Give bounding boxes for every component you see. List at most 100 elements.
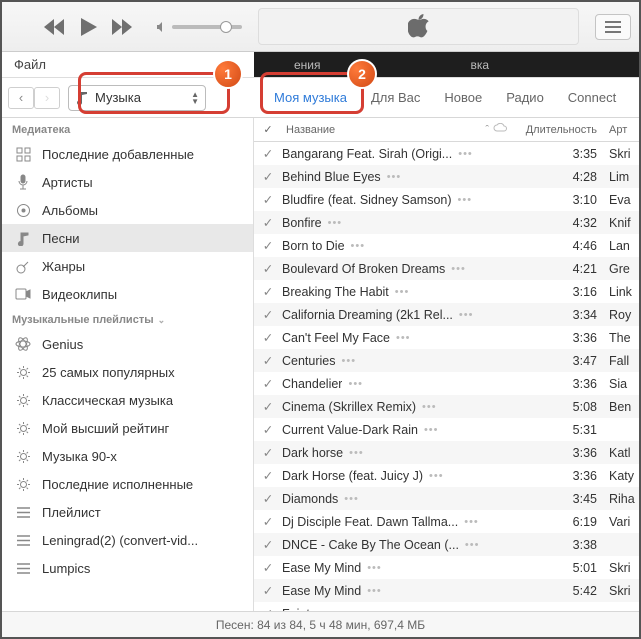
track-duration: 3:38 bbox=[515, 538, 605, 552]
track-artist: Lim bbox=[605, 170, 639, 184]
track-row[interactable]: ✓Can't Feel My Face•••3:36The bbox=[254, 326, 639, 349]
sidebar-item[interactable]: Артисты bbox=[2, 168, 253, 196]
more-icon[interactable]: ••• bbox=[459, 309, 474, 321]
more-icon[interactable]: ••• bbox=[367, 585, 382, 597]
track-row[interactable]: ✓Bangarang Feat. Sirah (Origi...•••3:35S… bbox=[254, 142, 639, 165]
track-row[interactable]: ✓Centuries•••3:47Fall bbox=[254, 349, 639, 372]
sidebar-item[interactable]: Музыка 90-х bbox=[2, 442, 253, 470]
more-icon[interactable]: ••• bbox=[458, 148, 473, 160]
list-icon bbox=[14, 534, 32, 547]
track-name: Boulevard Of Broken Dreams••• bbox=[282, 262, 515, 276]
track-row[interactable]: ✓Boulevard Of Broken Dreams•••4:21Gre bbox=[254, 257, 639, 280]
sidebar-item[interactable]: Жанры bbox=[2, 252, 253, 280]
volume-slider[interactable] bbox=[172, 25, 242, 29]
more-icon[interactable]: ••• bbox=[349, 447, 364, 459]
more-icon[interactable]: ••• bbox=[424, 424, 439, 436]
main-content: Медиатека Последние добавленныеАртистыАл… bbox=[2, 118, 639, 611]
more-icon[interactable]: ••• bbox=[451, 263, 466, 275]
sidebar-library-header: Медиатека bbox=[2, 118, 253, 140]
track-row[interactable]: ✓Ease My Mind•••5:42Skri bbox=[254, 579, 639, 602]
sidebar-item-label: Музыка 90-х bbox=[42, 449, 117, 464]
volume-control[interactable] bbox=[156, 21, 242, 33]
more-icon[interactable]: ••• bbox=[367, 562, 382, 574]
track-check-icon: ✓ bbox=[254, 353, 282, 368]
sidebar-item[interactable]: Плейлист bbox=[2, 498, 253, 526]
sidebar-item-label: Жанры bbox=[42, 259, 85, 274]
more-icon[interactable]: ••• bbox=[396, 332, 411, 344]
tab-1[interactable]: Для Вас bbox=[359, 78, 432, 117]
list-view-button[interactable] bbox=[595, 14, 631, 40]
track-row[interactable]: ✓Current Value-Dark Rain•••5:31 bbox=[254, 418, 639, 441]
more-icon[interactable]: ••• bbox=[422, 401, 437, 413]
track-row[interactable]: ✓Dj Disciple Feat. Dawn Tallma...•••6:19… bbox=[254, 510, 639, 533]
column-name[interactable]: Название ˆ bbox=[282, 124, 493, 136]
speaker-icon bbox=[156, 21, 168, 33]
track-check-icon: ✓ bbox=[254, 468, 282, 483]
track-row[interactable]: ✓Breaking The Habit•••3:16Link bbox=[254, 280, 639, 303]
sidebar-item[interactable]: Песни bbox=[2, 224, 253, 252]
more-icon[interactable]: ••• bbox=[429, 470, 444, 482]
sidebar-playlists-header[interactable]: Музыкальные плейлисты⌄ bbox=[2, 308, 253, 330]
track-row[interactable]: ✓DNCE - Cake By The Ocean (...•••3:38 bbox=[254, 533, 639, 556]
more-icon[interactable]: ••• bbox=[387, 171, 402, 183]
track-check-icon: ✓ bbox=[254, 284, 282, 299]
track-row[interactable]: ✓Chandelier•••3:36Sia bbox=[254, 372, 639, 395]
more-icon[interactable]: ••• bbox=[351, 240, 366, 252]
track-duration: 4:32 bbox=[515, 216, 605, 230]
track-row[interactable]: ✓California Dreaming (2k1 Rel...•••3:34R… bbox=[254, 303, 639, 326]
track-row[interactable]: ✓Ease My Mind•••5:01Skri bbox=[254, 556, 639, 579]
more-icon[interactable]: ••• bbox=[328, 217, 343, 229]
media-type-selector[interactable]: Музыка ▲▼ bbox=[68, 85, 206, 111]
more-icon[interactable]: ••• bbox=[348, 378, 363, 390]
track-row[interactable]: ✓Cinema (Skrillex Remix)•••5:08Ben bbox=[254, 395, 639, 418]
track-duration: 3:36 bbox=[515, 331, 605, 345]
track-artist: Skri bbox=[605, 584, 639, 598]
music-note-icon bbox=[75, 91, 89, 105]
sidebar-item[interactable]: Leningrad(2) (convert-vid... bbox=[2, 526, 253, 554]
track-row[interactable]: ✓Behind Blue Eyes•••4:28Lim bbox=[254, 165, 639, 188]
sidebar-item[interactable]: Видеоклипы bbox=[2, 280, 253, 308]
play-button[interactable] bbox=[74, 13, 102, 41]
track-row[interactable]: ✓Faint••• bbox=[254, 602, 639, 611]
sidebar-item[interactable]: 25 самых популярных bbox=[2, 358, 253, 386]
sidebar-item[interactable]: Мой высший рейтинг bbox=[2, 414, 253, 442]
menu-file[interactable]: Файл bbox=[2, 57, 58, 72]
next-track-button[interactable] bbox=[108, 13, 136, 41]
status-bar: Песен: 84 из 84, 5 ч 48 мин, 697,4 МБ bbox=[2, 611, 639, 637]
nav-forward-button[interactable]: › bbox=[34, 87, 60, 109]
sidebar-item[interactable]: Последние добавленные bbox=[2, 140, 253, 168]
track-row[interactable]: ✓Dark Horse (feat. Juicy J)•••3:36Katy bbox=[254, 464, 639, 487]
tab-3[interactable]: Радио bbox=[494, 78, 556, 117]
nav-back-button[interactable]: ‹ bbox=[8, 87, 34, 109]
column-checkmark[interactable]: ✓ bbox=[254, 123, 282, 136]
column-duration[interactable]: Длительность bbox=[515, 124, 605, 136]
track-row[interactable]: ✓Bludfire (feat. Sidney Samson)•••3:10Ev… bbox=[254, 188, 639, 211]
sidebar-item[interactable]: Genius bbox=[2, 330, 253, 358]
more-icon[interactable]: ••• bbox=[344, 493, 359, 505]
column-artist[interactable]: Арт bbox=[605, 124, 639, 136]
more-icon[interactable]: ••• bbox=[465, 539, 480, 551]
sidebar-item[interactable]: Альбомы bbox=[2, 196, 253, 224]
track-name: Chandelier••• bbox=[282, 377, 515, 391]
tracks-header[interactable]: ✓ Название ˆ Длительность Арт bbox=[254, 118, 639, 142]
sidebar-item[interactable]: Lumpics bbox=[2, 554, 253, 582]
tab-2[interactable]: Новое bbox=[432, 78, 494, 117]
track-row[interactable]: ✓Bonfire•••4:32Knif bbox=[254, 211, 639, 234]
column-cloud-icon[interactable] bbox=[493, 123, 515, 136]
track-name: Bonfire••• bbox=[282, 216, 515, 230]
sidebar-item[interactable]: Последние исполненные bbox=[2, 470, 253, 498]
more-icon[interactable]: ••• bbox=[342, 355, 357, 367]
track-row[interactable]: ✓Born to Die•••4:46Lan bbox=[254, 234, 639, 257]
track-row[interactable]: ✓Diamonds•••3:45Riha bbox=[254, 487, 639, 510]
more-icon[interactable]: ••• bbox=[464, 516, 479, 528]
prev-track-button[interactable] bbox=[40, 13, 68, 41]
more-icon[interactable]: ••• bbox=[458, 194, 473, 206]
tab-0[interactable]: Моя музыка bbox=[262, 78, 359, 117]
tab-4[interactable]: Connect bbox=[556, 78, 628, 117]
track-row[interactable]: ✓Dark horse•••3:36Katl bbox=[254, 441, 639, 464]
sidebar-item[interactable]: Классическая музыка bbox=[2, 386, 253, 414]
track-duration: 3:36 bbox=[515, 469, 605, 483]
track-check-icon: ✓ bbox=[254, 491, 282, 506]
tracks-pane: ✓ Название ˆ Длительность Арт ✓Bangarang… bbox=[254, 118, 639, 611]
more-icon[interactable]: ••• bbox=[395, 286, 410, 298]
